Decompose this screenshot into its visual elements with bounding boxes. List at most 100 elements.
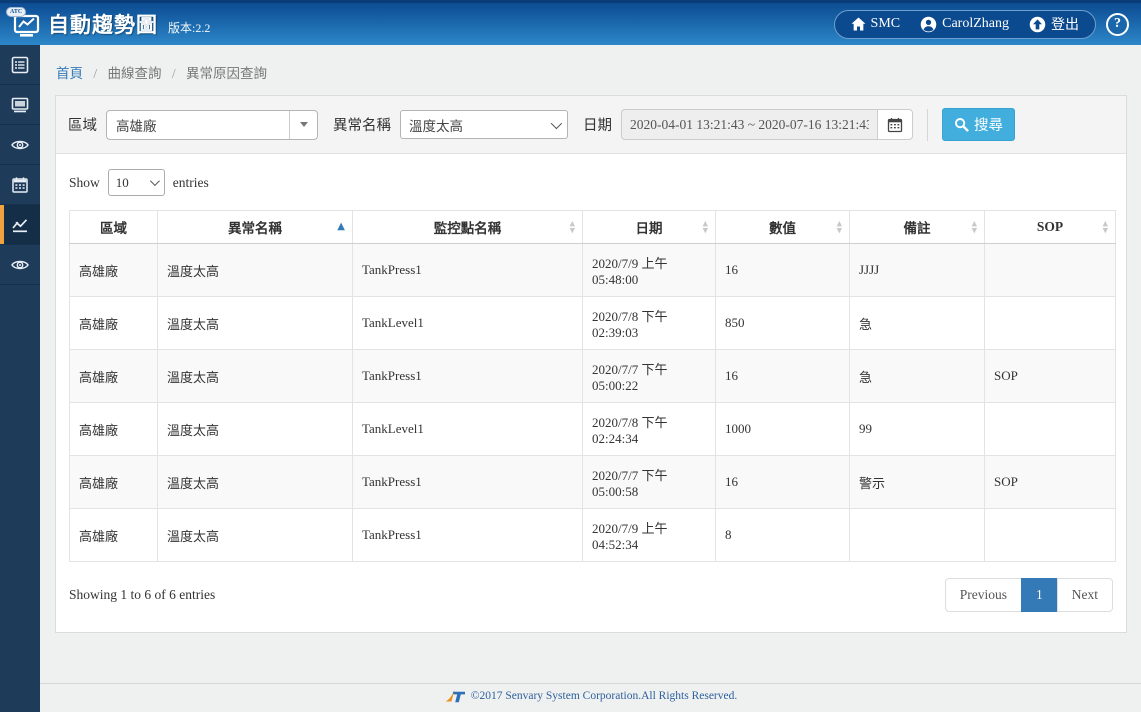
column-header[interactable]: 數值▲▼ xyxy=(716,211,850,244)
show-label: Show xyxy=(69,175,100,191)
table-cell: 2020/7/9 上午 04:52:34 xyxy=(583,509,716,562)
table-cell xyxy=(985,244,1116,297)
entries-label: entries xyxy=(173,175,209,191)
calendar-icon xyxy=(887,117,903,133)
nav-user-label: CarolZhang xyxy=(942,16,1009,32)
table-cell: JJJJ xyxy=(850,244,985,297)
chevron-down-icon xyxy=(551,117,562,128)
filter-bar: 區域 高雄廠 異常名稱 溫度太高 日期 xyxy=(56,96,1126,154)
top-nav: SMC CarolZhang 登出 xyxy=(834,10,1096,39)
sidebar xyxy=(0,45,40,712)
chevron-down-icon xyxy=(289,111,317,139)
main-content: 首頁 / 曲線查詢 / 異常原因查詢 區域 高雄廠 異常名稱 溫度太高 日期 xyxy=(40,45,1141,712)
search-button[interactable]: 搜尋 xyxy=(942,108,1015,141)
table-cell: 高雄廠 xyxy=(70,244,158,297)
table-cell: 溫度太高 xyxy=(158,456,353,509)
table-cell: 急 xyxy=(850,350,985,403)
sidebar-item-list[interactable] xyxy=(0,45,40,85)
column-header[interactable]: 日期▲▼ xyxy=(583,211,716,244)
divider xyxy=(927,109,928,141)
region-value: 高雄廠 xyxy=(107,115,289,135)
trend-chart-icon xyxy=(10,215,30,235)
column-header-label: 監控點名稱 xyxy=(434,221,502,236)
breadcrumb-separator: / xyxy=(93,66,97,81)
breadcrumb-curve-query: 曲線查詢 xyxy=(108,66,162,81)
date-range-input[interactable] xyxy=(621,109,877,140)
table-cell: 16 xyxy=(716,350,850,403)
column-header-label: SOP xyxy=(1037,219,1063,234)
table-cell: 高雄廠 xyxy=(70,456,158,509)
column-header-label: 日期 xyxy=(636,221,663,236)
chevron-down-icon xyxy=(150,176,160,186)
column-header-label: 備註 xyxy=(904,221,931,236)
previous-page-button[interactable]: Previous xyxy=(945,578,1022,612)
calendar-picker-button[interactable] xyxy=(877,109,913,140)
home-icon xyxy=(851,17,866,31)
column-header[interactable]: 區域 xyxy=(70,211,158,244)
query-panel: 區域 高雄廠 異常名稱 溫度太高 日期 xyxy=(55,95,1127,633)
copyright-text: ©2017 Senvary System Corporation.All Rig… xyxy=(471,690,738,702)
breadcrumb: 首頁 / 曲線查詢 / 異常原因查詢 xyxy=(40,45,1141,95)
help-icon[interactable]: ? xyxy=(1106,13,1129,36)
column-header-label: 區域 xyxy=(100,221,127,236)
column-header[interactable]: 異常名稱▲ xyxy=(158,211,353,244)
table-cell: 高雄廠 xyxy=(70,403,158,456)
table-cell: 警示 xyxy=(850,456,985,509)
table-cell: 8 xyxy=(716,509,850,562)
table-cell: 2020/7/8 下午 02:39:03 xyxy=(583,297,716,350)
table-cell: TankPress1 xyxy=(353,244,583,297)
nav-logout-label: 登出 xyxy=(1051,14,1079,34)
region-select[interactable]: 高雄廠 xyxy=(106,110,318,140)
table-cell: 急 xyxy=(850,297,985,350)
nav-smc[interactable]: SMC xyxy=(851,16,901,32)
list-icon xyxy=(10,55,30,75)
sidebar-item-view[interactable] xyxy=(0,125,40,165)
sort-icon: ▲▼ xyxy=(837,221,842,234)
table-row: 高雄廠溫度太高TankPress12020/7/9 上午 05:48:0016J… xyxy=(70,244,1116,297)
eye-icon xyxy=(10,255,30,275)
table-body: 高雄廠溫度太高TankPress12020/7/9 上午 05:48:0016J… xyxy=(70,244,1116,562)
show-entries-row: Show 10 entries xyxy=(69,154,1113,210)
column-header[interactable]: SOP ▲▼ xyxy=(985,211,1116,244)
table-cell xyxy=(985,509,1116,562)
sidebar-item-watch[interactable] xyxy=(0,245,40,285)
breadcrumb-home[interactable]: 首頁 xyxy=(56,66,83,81)
abnormal-select[interactable]: 溫度太高 xyxy=(400,110,568,139)
table-row: 高雄廠溫度太高TankPress12020/7/7 下午 05:00:5816警… xyxy=(70,456,1116,509)
table-header-row: 區域異常名稱▲監控點名稱▲▼日期▲▼數值▲▼備註▲▼SOP▲▼ xyxy=(70,211,1116,244)
column-header[interactable]: 監控點名稱 ▲▼ xyxy=(353,211,583,244)
table-cell: 850 xyxy=(716,297,850,350)
table-summary: Showing 1 to 6 of 6 entries xyxy=(69,587,215,603)
page-1-button[interactable]: 1 xyxy=(1021,578,1058,612)
magnifier-icon xyxy=(954,117,969,132)
table-cell xyxy=(850,509,985,562)
table-cell: TankPress1 xyxy=(353,456,583,509)
table-cell: 溫度太高 xyxy=(158,297,353,350)
table-row: 高雄廠溫度太高TankPress12020/7/9 上午 04:52:348 xyxy=(70,509,1116,562)
sort-icon: ▲▼ xyxy=(1103,221,1108,234)
table-row: 高雄廠溫度太高TankPress12020/7/7 下午 05:00:2216急… xyxy=(70,350,1116,403)
page-size-value: 10 xyxy=(116,175,129,191)
app-title: 自動趨勢圖 xyxy=(48,9,158,39)
app-logo: ATC xyxy=(10,11,41,38)
table-cell: TankLevel1 xyxy=(353,403,583,456)
sidebar-item-trend-chart[interactable] xyxy=(0,205,40,245)
table-cell: TankPress1 xyxy=(353,350,583,403)
sort-icon: ▲▼ xyxy=(570,221,575,234)
column-header[interactable]: 備註▲▼ xyxy=(850,211,985,244)
breadcrumb-separator: / xyxy=(172,66,176,81)
abnormal-reason-table: 區域異常名稱▲監控點名稱▲▼日期▲▼數值▲▼備註▲▼SOP▲▼ 高雄廠溫度太高T… xyxy=(69,210,1116,562)
monitor-icon xyxy=(10,95,30,115)
page-size-select[interactable]: 10 xyxy=(108,169,165,196)
sidebar-item-monitor[interactable] xyxy=(0,85,40,125)
nav-logout[interactable]: 登出 xyxy=(1029,14,1079,34)
abnormal-value: 溫度太高 xyxy=(409,115,463,135)
table-cell: TankLevel1 xyxy=(353,297,583,350)
nav-user[interactable]: CarolZhang xyxy=(920,16,1009,33)
table-cell: 高雄廠 xyxy=(70,509,158,562)
top-header: ATC 自動趨勢圖 版本:2.2 SMC CarolZhang 登出 ? xyxy=(0,0,1141,45)
table-footer: Showing 1 to 6 of 6 entries Previous 1 N… xyxy=(69,562,1113,632)
sidebar-item-schedule[interactable] xyxy=(0,165,40,205)
table-cell: 高雄廠 xyxy=(70,350,158,403)
next-page-button[interactable]: Next xyxy=(1057,578,1113,612)
